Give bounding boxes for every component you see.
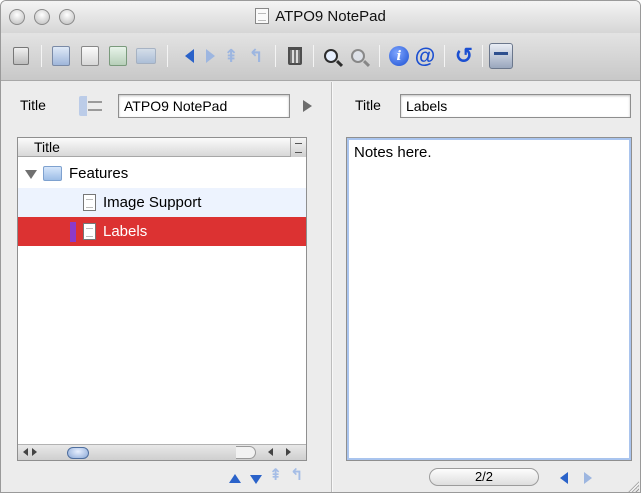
scroll-right-icon[interactable]	[286, 448, 291, 456]
find-next-button[interactable]	[346, 44, 370, 68]
move-down-button[interactable]	[250, 475, 262, 484]
outline-column-header[interactable]: Title	[18, 138, 306, 157]
right-title-label: Title	[355, 97, 381, 113]
left-title-label: Title	[20, 97, 46, 113]
new-folder-icon	[136, 48, 156, 64]
outdent-icon: ⇞	[269, 467, 283, 484]
label-color-chip	[70, 222, 76, 242]
new-window-icon	[13, 47, 29, 65]
next-note-button[interactable]	[584, 472, 592, 484]
new-note-button[interactable]	[78, 44, 102, 68]
outline-row-label: Features	[69, 165, 129, 182]
info-button[interactable]: i	[387, 44, 411, 68]
trash-icon	[288, 47, 302, 65]
expand-arrow-icon[interactable]	[303, 100, 312, 112]
previous-icon	[560, 472, 568, 484]
scroll-left-icon[interactable]	[268, 448, 273, 456]
note-pane: Title Labels Notes here. 2/2	[334, 82, 640, 492]
note-icon	[83, 194, 96, 211]
scroll-thumb[interactable]	[67, 447, 89, 459]
indent-button[interactable]: ↰	[244, 44, 268, 68]
outline-row[interactable]: Features	[18, 159, 306, 188]
outline-row-label: Labels	[103, 223, 148, 240]
stamp-icon	[489, 43, 513, 69]
arrow-down-icon	[250, 475, 262, 484]
document-icon	[255, 8, 270, 24]
toolbar-separator	[379, 45, 380, 67]
outline-view[interactable]: Title Features Image Support Labels	[17, 137, 307, 461]
notepad-scroll-icon	[79, 96, 105, 116]
toolbar-separator	[167, 45, 168, 67]
arrow-up-icon	[229, 474, 241, 483]
stamp-button[interactable]	[487, 41, 515, 71]
note-icon	[83, 223, 96, 240]
new-card-button[interactable]	[49, 44, 73, 68]
new-folder-button[interactable]	[134, 44, 158, 68]
refresh-button[interactable]: ↺	[452, 44, 476, 68]
email-button[interactable]: @	[413, 44, 437, 68]
refresh-icon: ↺	[454, 43, 474, 68]
pane-splitter[interactable]	[331, 82, 333, 492]
scroll-right-icon[interactable]	[32, 448, 37, 456]
note-title-field[interactable]: Labels	[400, 94, 631, 118]
new-note-icon	[81, 46, 99, 66]
outdent-bottom-button[interactable]: ⇞	[269, 468, 282, 484]
folder-icon	[43, 166, 62, 181]
column-options-icon[interactable]	[290, 138, 306, 157]
scroll-left-icon[interactable]	[23, 448, 28, 456]
indent-icon: ↰	[248, 46, 264, 66]
notes-text-area[interactable]: Notes here.	[346, 137, 632, 461]
indent-bottom-button[interactable]: ↰	[290, 468, 303, 484]
outline-row-selected[interactable]: Labels	[18, 217, 306, 246]
forward-icon	[205, 49, 215, 63]
new-child-button[interactable]	[106, 44, 130, 68]
move-up-button[interactable]	[229, 474, 241, 483]
new-child-icon	[109, 46, 127, 66]
info-icon: i	[389, 46, 409, 66]
title-bar[interactable]: ATPO9 NotePad	[1, 1, 640, 33]
notepad-title-field[interactable]: ATPO9 NotePad	[118, 94, 290, 118]
next-icon	[584, 472, 592, 484]
delete-button[interactable]	[283, 44, 307, 68]
indent-icon: ↰	[290, 467, 304, 484]
toolbar-separator	[482, 45, 483, 67]
toolbar-separator	[444, 45, 445, 67]
new-card-icon	[52, 46, 70, 66]
previous-note-button[interactable]	[560, 472, 568, 484]
window-title: ATPO9 NotePad	[275, 8, 386, 25]
back-icon	[184, 49, 194, 63]
outline-row-label: Image Support	[103, 194, 202, 211]
new-window-button[interactable]	[9, 44, 33, 68]
window-title-wrap: ATPO9 NotePad	[1, 8, 640, 25]
outdent-button[interactable]: ⇞	[219, 44, 243, 68]
scroll-track-end	[236, 446, 256, 459]
horizontal-scrollbar[interactable]	[18, 444, 306, 460]
find-icon	[324, 49, 338, 63]
toolbar-separator	[275, 45, 276, 67]
toolbar-separator	[313, 45, 314, 67]
app-window: ATPO9 NotePad ⇞ ↰ i @ ↺ Title ATPO9 Note…	[0, 0, 641, 493]
toolbar: ⇞ ↰ i @ ↺	[1, 33, 640, 81]
toolbar-separator	[41, 45, 42, 67]
outline-row[interactable]: Image Support	[18, 188, 306, 217]
page-indicator: 2/2	[429, 468, 539, 486]
find-next-icon	[351, 49, 365, 63]
resize-grip-icon[interactable]	[627, 480, 639, 492]
email-icon: @	[414, 44, 436, 68]
outline-pane: Title ATPO9 NotePad Title Features Image…	[1, 82, 331, 492]
disclosure-triangle-icon[interactable]	[25, 170, 37, 179]
find-button[interactable]	[319, 44, 343, 68]
outdent-icon: ⇞	[223, 46, 239, 66]
